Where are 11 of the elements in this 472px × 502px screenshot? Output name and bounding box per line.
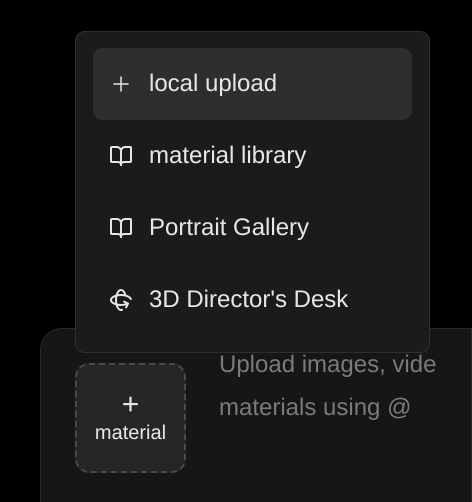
prompt-placeholder-line: materials using @ xyxy=(219,393,412,423)
add-material-button[interactable]: + material xyxy=(75,363,186,473)
menu-item[interactable]: Portrait Gallery xyxy=(93,192,412,264)
prompt-placeholder-line: Upload images, vide xyxy=(219,350,436,380)
menu-item[interactable]: 3D Director's Desk xyxy=(93,264,412,336)
menu-item[interactable]: local upload xyxy=(93,48,412,120)
book-icon xyxy=(109,144,133,168)
menu-item[interactable]: material library xyxy=(93,120,412,192)
plus-icon: + xyxy=(122,390,140,420)
rotate-3d-icon xyxy=(109,288,133,312)
book-icon xyxy=(109,216,133,240)
